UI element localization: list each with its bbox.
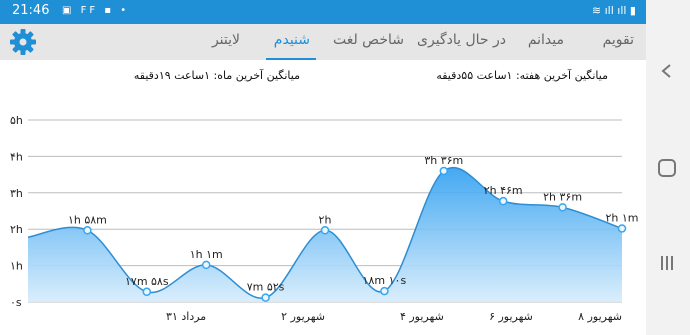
data-point [320,226,330,235]
data-label: ۲h [319,213,332,226]
y-tick-label: ۱h [10,260,23,273]
y-tick-label: ۲h [10,223,23,236]
y-tick-label: ۴h [10,150,23,163]
data-label: ۲h ۱m [606,211,639,224]
data-point [380,286,389,296]
x-tick-label: ۲ شهریور [281,310,325,323]
x-tick-label: ۳۱ مرداد [166,310,206,323]
x-tick-label: ۶ شهریور [489,310,533,323]
data-label: ۱h ۵۸m [68,213,107,226]
y-tick-label: ۵h [10,114,23,127]
y-tick-label: ۰s [10,296,22,309]
x-tick-label: ۴ شهریور [400,310,444,323]
series-area [28,167,622,302]
android-nav-bar [646,0,690,335]
data-label: ۱۷m ۵۸s [125,275,169,288]
data-point [439,166,449,176]
data-point [498,196,508,206]
data-label: ۱h ۱m [190,248,223,261]
data-point [142,287,152,297]
data-label: ۳h ۳۶m [424,154,463,167]
data-point [261,293,270,302]
data-point [558,203,567,212]
data-point [201,260,211,270]
y-tick-label: ۳h [10,187,23,200]
data-label: ۲h ۴۶m [484,184,523,197]
data-point [83,226,92,235]
back-chevron-icon[interactable] [660,64,674,78]
recent-apps-icon[interactable] [659,255,675,271]
data-label: ۱۸m ۱۰s [363,274,407,287]
data-label: ۲h ۳۶m [543,190,582,203]
listening-time-chart: ۰s ۱h ۲h ۳h ۴h ۵h ۱h ۵۸m ۱۷m ۵۸s ۱h ۱m ۷m ۵۲s ۲h ۱۸… [10,114,639,323]
data-label: ۷m ۵۲s [247,281,285,294]
data-point [617,224,627,233]
x-tick-label: ۸ شهریور [578,310,622,323]
home-button-icon[interactable] [658,159,676,177]
